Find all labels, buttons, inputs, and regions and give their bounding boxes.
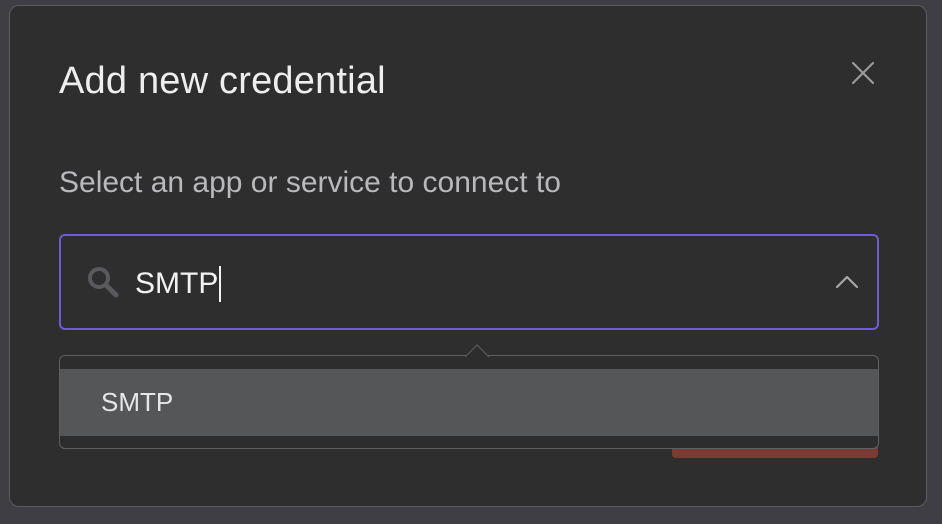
dropdown-option-smtp[interactable]: SMTP [60,369,878,436]
text-caret [219,266,222,302]
service-search-input[interactable]: SMTP [59,234,879,330]
modal-title: Add new credential [59,60,386,102]
close-icon[interactable] [848,58,878,88]
modal-subtitle: Select an app or service to connect to [59,166,561,199]
dropdown-pointer-arrow [465,344,489,357]
add-credential-modal: Add new credential Select an app or serv… [9,5,927,507]
chevron-up-icon[interactable] [831,266,863,298]
service-dropdown: SMTP [59,355,879,449]
search-input-value[interactable]: SMTP [135,264,222,304]
search-icon [88,267,119,298]
dropdown-option-label: SMTP [101,387,174,417]
search-value-text: SMTP [135,267,219,300]
